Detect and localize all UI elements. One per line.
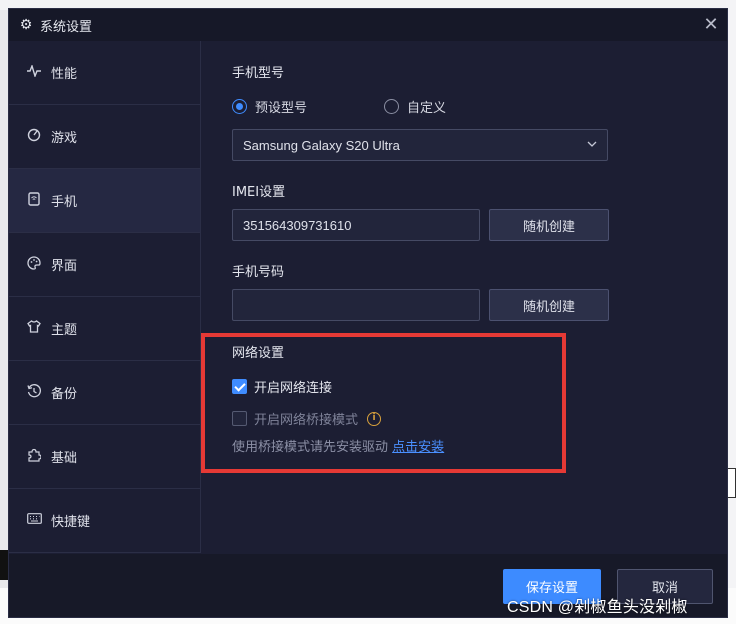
history-icon <box>26 383 42 402</box>
gamepad-icon <box>26 128 42 146</box>
radio-custom-model[interactable]: 自定义 <box>384 97 446 116</box>
phone-number-random-button[interactable]: 随机创建 <box>489 289 609 321</box>
pulse-icon <box>26 63 42 81</box>
sidebar-item-basic[interactable]: 基础 <box>9 425 200 489</box>
radio-custom-label: 自定义 <box>407 101 447 116</box>
phone-model-value: Samsung Galaxy S20 Ultra <box>243 137 400 153</box>
background-app-edge <box>0 550 8 580</box>
title-bar[interactable]: ⚙ 系统设置 ✕ <box>9 9 727 41</box>
phone-model-select[interactable]: Samsung Galaxy S20 Ultra <box>232 129 608 161</box>
radio-custom-indicator[interactable] <box>384 99 399 114</box>
puzzle-icon <box>26 448 42 466</box>
phone-model-label: 手机型号 <box>232 66 285 81</box>
watermark: CSDN @剁椒鱼头没剁椒 <box>507 599 688 616</box>
sidebar-item-phone[interactable]: 手机 <box>9 169 200 233</box>
sidebar: 性能 游戏 手机 界面 主题 备份 基础 快捷键 <box>9 41 201 553</box>
sidebar-item-label: 快捷键 <box>51 515 91 530</box>
network-highlight-box <box>201 333 566 473</box>
radio-preset-model[interactable]: 预设型号 <box>232 97 307 116</box>
sidebar-item-label: 界面 <box>51 259 78 274</box>
sidebar-item-performance[interactable]: 性能 <box>9 41 200 105</box>
sidebar-item-shortcuts[interactable]: 快捷键 <box>9 489 200 553</box>
imei-random-button[interactable]: 随机创建 <box>489 209 609 241</box>
sidebar-item-interface[interactable]: 界面 <box>9 233 200 297</box>
shirt-icon <box>26 320 42 337</box>
sidebar-item-label: 游戏 <box>51 131 78 146</box>
gear-icon: ⚙ <box>19 17 33 33</box>
sidebar-item-label: 主题 <box>51 323 78 338</box>
phone-icon <box>26 191 42 210</box>
close-button[interactable]: ✕ <box>701 15 721 35</box>
phone-number-input[interactable] <box>232 289 480 321</box>
radio-preset-label: 预设型号 <box>255 101 308 116</box>
keyboard-icon <box>26 513 42 528</box>
imei-input[interactable]: 351564309731610 <box>232 209 480 241</box>
sidebar-item-games[interactable]: 游戏 <box>9 105 200 169</box>
sidebar-item-backup[interactable]: 备份 <box>9 361 200 425</box>
imei-label: IMEI设置 <box>232 185 286 200</box>
chevron-down-icon <box>587 141 597 147</box>
sidebar-item-theme[interactable]: 主题 <box>9 297 200 361</box>
phone-number-label: 手机号码 <box>232 265 285 280</box>
sidebar-item-label: 手机 <box>51 195 78 210</box>
sidebar-item-label: 基础 <box>51 451 78 466</box>
settings-dialog: ⚙ 系统设置 ✕ 性能 游戏 手机 界面 主题 备份 基础 快捷键 手机型号 预… <box>8 8 728 618</box>
palette-icon <box>26 255 42 274</box>
radio-preset-indicator[interactable] <box>232 99 247 114</box>
window-title: 系统设置 <box>40 19 93 35</box>
sidebar-item-label: 性能 <box>51 67 78 82</box>
sidebar-item-label: 备份 <box>51 387 78 402</box>
